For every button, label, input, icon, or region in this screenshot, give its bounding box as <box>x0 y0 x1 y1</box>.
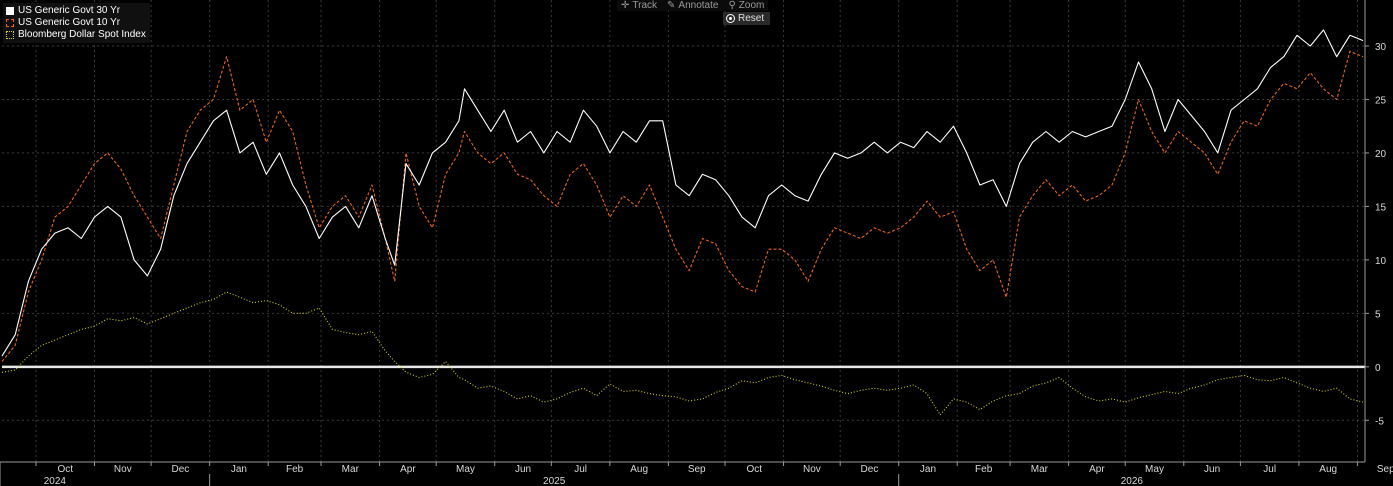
track-label: Track <box>632 0 658 11</box>
legend-item-dollar[interactable]: Bloomberg Dollar Spot Index <box>6 29 146 41</box>
y-tick-label: -5 <box>1375 416 1384 427</box>
magnifier-icon: ⚲ <box>728 0 736 11</box>
x-tick-label: Jan <box>231 464 247 475</box>
legend-label-dollar: Bloomberg Dollar Spot Index <box>18 29 146 40</box>
x-tick-label: Dec <box>171 464 189 475</box>
legend-label-30yr: US Generic Govt 30 Yr <box>18 5 121 16</box>
y-tick-label: 5 <box>1375 309 1381 320</box>
reset-label: Reset <box>738 13 765 24</box>
zoom-tool[interactable]: ⚲ Zoom <box>728 0 764 11</box>
x-tick-label: Apr <box>1089 464 1105 475</box>
track-tool[interactable]: ✛ Track <box>621 0 657 11</box>
x-tick-label: Aug <box>630 464 648 475</box>
legend-swatch-dollar <box>6 31 14 39</box>
year-label: 2025 <box>543 476 566 486</box>
x-tick-label: Jan <box>920 464 936 475</box>
legend-swatch-10yr <box>6 19 14 27</box>
line-chart[interactable]: 30 25 20 15 10 5 0 -5 Oct Nov Dec Jan Feb Mar Apr May Ju… <box>0 0 1393 486</box>
reset-button[interactable]: Reset <box>723 12 771 25</box>
x-tick-label: Oct <box>57 464 73 475</box>
x-tick-label: Jun <box>1204 464 1220 475</box>
annotate-label: Annotate <box>678 0 719 11</box>
x-tick-label: May <box>456 464 475 475</box>
chart-toolbar: ✛ Track ✎ Annotate ⚲ Zoom <box>617 0 769 11</box>
legend-item-10yr[interactable]: US Generic Govt 10 Yr <box>6 17 146 29</box>
y-tick-label: 10 <box>1375 256 1387 267</box>
x-tick-label: Nov <box>803 464 821 475</box>
y-tick-label: 25 <box>1375 95 1387 106</box>
y-tick-label: 0 <box>1375 363 1381 374</box>
zoom-label: Zoom <box>738 0 765 11</box>
x-tick-label: Sep <box>688 464 706 475</box>
y-tick-label: 30 <box>1375 42 1387 53</box>
x-tick-label: Oct <box>747 464 763 475</box>
x-tick-label: Dec <box>861 464 879 475</box>
legend: US Generic Govt 30 Yr US Generic Govt 10… <box>3 3 150 43</box>
x-tick-label: Mar <box>1031 464 1049 475</box>
crosshair-icon: ✛ <box>621 0 630 11</box>
pencil-icon: ✎ <box>667 0 676 11</box>
x-tick-label: Jul <box>1263 464 1276 475</box>
x-tick-label: Nov <box>114 464 132 475</box>
x-tick-label: Apr <box>400 464 416 475</box>
radio-icon <box>727 15 734 22</box>
x-tick-label: Jul <box>574 464 587 475</box>
y-tick-label: 20 <box>1375 149 1387 160</box>
annotate-tool[interactable]: ✎ Annotate <box>667 0 718 11</box>
legend-label-10yr: US Generic Govt 10 Yr <box>18 17 121 28</box>
x-tick-label: May <box>1145 464 1164 475</box>
x-tick-label: Sep <box>1377 464 1393 475</box>
year-label: 2024 <box>44 476 67 486</box>
x-tick-label: Aug <box>1319 464 1337 475</box>
x-tick-label: Feb <box>286 464 304 475</box>
legend-swatch-30yr <box>6 7 14 15</box>
y-tick-label: 15 <box>1375 202 1387 213</box>
x-tick-label: Feb <box>975 464 993 475</box>
legend-item-30yr[interactable]: US Generic Govt 30 Yr <box>6 5 146 17</box>
x-tick-label: Mar <box>342 464 360 475</box>
x-tick-label: Jun <box>515 464 531 475</box>
year-label: 2026 <box>1121 476 1144 486</box>
